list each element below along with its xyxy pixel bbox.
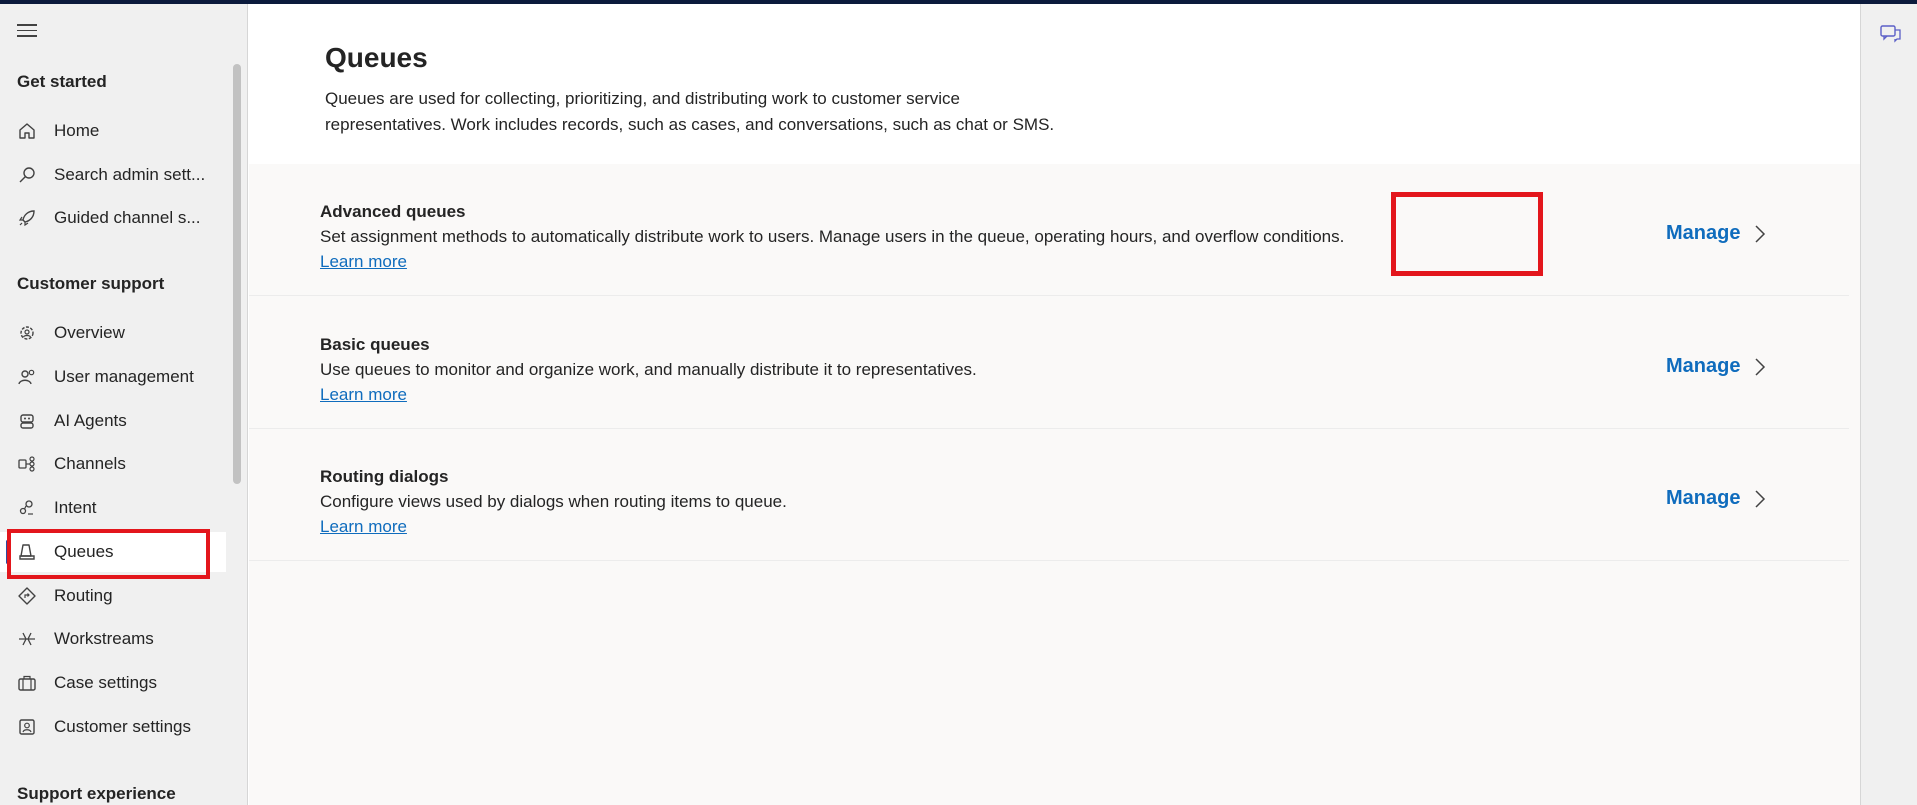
routing-icon — [16, 585, 38, 607]
card-title: Routing dialogs — [320, 467, 449, 486]
sidebar-item-label: Home — [54, 121, 100, 140]
workstreams-icon — [16, 628, 38, 650]
sidebar-item-label: Workstreams — [54, 629, 154, 648]
sidebar-section-customer-support: Customer support — [17, 274, 165, 293]
page-header: Queues Queues are used for collecting, p… — [249, 4, 1860, 164]
sidebar-section-support-experience: Support experience — [17, 784, 176, 803]
sidebar-item-label: Customer settings — [54, 717, 191, 736]
chevron-right-icon — [1754, 357, 1768, 377]
chat-icon[interactable] — [1880, 24, 1902, 44]
manage-button-routing-dialogs[interactable]: Manage — [1666, 487, 1768, 510]
sidebar-item-label: Case settings — [54, 673, 157, 692]
page-title: Queues — [325, 42, 428, 73]
hamburger-menu-icon[interactable] — [17, 24, 37, 38]
card-title: Basic queues — [320, 335, 430, 354]
learn-more-link[interactable]: Learn more — [320, 252, 407, 272]
search-icon — [16, 164, 38, 186]
card-basic-queues: Basic queues Use queues to monitor and o… — [249, 297, 1849, 429]
card-description: Configure views used by dialogs when rou… — [320, 492, 787, 511]
learn-more-link[interactable]: Learn more — [320, 385, 407, 405]
card-description: Use queues to monitor and organize work,… — [320, 360, 977, 379]
manage-button-basic-queues[interactable]: Manage — [1666, 355, 1768, 378]
sidebar-item-overview[interactable]: Overview — [0, 313, 226, 353]
sidebar-item-label: Guided channel s... — [54, 208, 201, 227]
rocket-icon — [16, 207, 38, 229]
sidebar-item-label: Channels — [54, 454, 126, 473]
manage-button-advanced-queues[interactable]: Manage — [1666, 222, 1768, 245]
manage-label: Manage — [1666, 487, 1741, 509]
sidebar-item-label: User management — [54, 367, 194, 386]
sidebar-item-intent[interactable]: Intent — [0, 488, 226, 528]
sidebar-item-label: Routing — [54, 586, 113, 605]
sidebar-item-ai-agents[interactable]: AI Agents — [0, 401, 226, 441]
bot-icon — [16, 410, 38, 432]
intent-icon — [16, 497, 38, 519]
manage-label: Manage — [1666, 355, 1741, 377]
channels-icon — [16, 453, 38, 475]
chevron-right-icon — [1754, 224, 1768, 244]
card-description: Set assignment methods to automatically … — [320, 227, 1345, 246]
sidebar-scrollbar[interactable] — [233, 64, 241, 484]
sidebar-item-case-settings[interactable]: Case settings — [0, 663, 226, 703]
contact-card-icon — [16, 716, 38, 738]
learn-more-link[interactable]: Learn more — [320, 517, 407, 537]
sidebar-item-workstreams[interactable]: Workstreams — [0, 619, 226, 659]
main-content: Queues Queues are used for collecting, p… — [249, 4, 1860, 805]
sidebar-section-get-started: Get started — [17, 72, 107, 91]
sidebar-item-label: AI Agents — [54, 411, 127, 430]
sidebar-item-guided-channel-setup[interactable]: Guided channel s... — [0, 198, 226, 238]
card-routing-dialogs: Routing dialogs Configure views used by … — [249, 429, 1849, 561]
sidebar-item-label: Overview — [54, 323, 125, 342]
people-icon — [16, 366, 38, 388]
sidebar-item-search-admin-settings[interactable]: Search admin sett... — [0, 155, 226, 195]
gear-people-icon — [16, 322, 38, 344]
chevron-right-icon — [1754, 489, 1768, 509]
page-description: Queues are used for collecting, prioriti… — [325, 89, 1055, 134]
manage-label: Manage — [1666, 222, 1741, 244]
right-rail — [1860, 4, 1917, 805]
sidebar-item-routing[interactable]: Routing — [0, 576, 226, 616]
sidebar-item-label: Search admin sett... — [54, 165, 206, 184]
sidebar: Get started Home Search admin sett... Gu… — [0, 4, 248, 805]
sidebar-item-home[interactable]: Home — [0, 111, 226, 151]
card-advanced-queues: Advanced queues Set assignment methods t… — [249, 164, 1849, 296]
sidebar-item-channels[interactable]: Channels — [0, 444, 226, 484]
sidebar-item-label: Intent — [54, 498, 97, 517]
highlight-box-manage — [1391, 192, 1543, 276]
sidebar-item-user-management[interactable]: User management — [0, 357, 226, 397]
home-icon — [16, 120, 38, 142]
highlight-box-queues — [7, 529, 210, 579]
sidebar-item-customer-settings[interactable]: Customer settings — [0, 707, 226, 747]
card-title: Advanced queues — [320, 202, 466, 221]
briefcase-icon — [16, 672, 38, 694]
